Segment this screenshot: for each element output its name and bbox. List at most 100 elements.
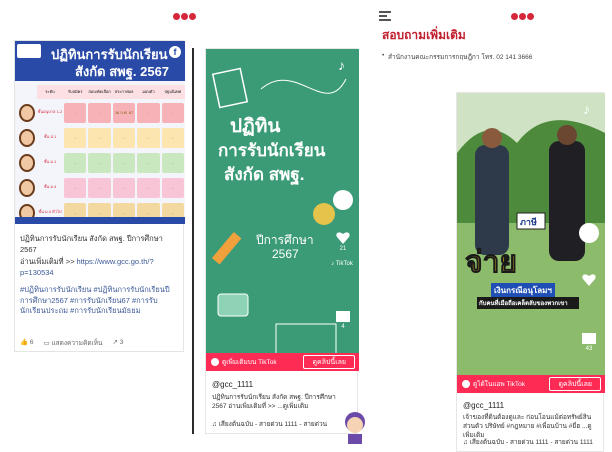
share-icon[interactable]: 43	[578, 333, 600, 352]
tiktok-dot-icon	[211, 358, 219, 366]
header-cell: รับสมัคร	[63, 85, 88, 99]
schedule-cell: -	[161, 103, 185, 123]
tiktok-caption: ปฏิทินการรับนักเรียน สังกัด สพฐ. ปีการศึ…	[212, 394, 336, 410]
contact-item: สำนักงานคณะกรรมการกฤษฎีกา โทร. 02 141 36…	[382, 52, 532, 62]
post-actions: 👍 6 ▭ แสดงความคิดเห็น ↗ 3	[20, 338, 123, 348]
video-1-year-value: 2567	[272, 247, 299, 261]
schedule-cell: -	[64, 103, 87, 123]
share-count: 3	[119, 339, 124, 346]
like-icon[interactable]	[578, 273, 600, 288]
hamburger-menu-icon[interactable]	[379, 11, 391, 21]
music-label: เสียงต้นฉบับ - สายด่วน 1111 - สายด่วน 11…	[469, 439, 593, 446]
share-button[interactable]: ↗ 3	[113, 338, 124, 348]
post-image-footer	[15, 217, 185, 224]
level-label: ชั้นอนุบาล 1-2	[37, 109, 63, 114]
schedule-cell: -	[64, 153, 87, 173]
schedule-cell: -	[137, 103, 160, 123]
gcc-badge	[17, 44, 41, 58]
header-cell: ระดับ	[37, 85, 63, 99]
tiktok-embed-card-1: ปฏิทิน การรับนักเรียน สังกัด สพฐ. ปีการศ…	[205, 48, 359, 434]
music-label: เสียงต้นฉบับ - สายด่วน 1111 - สายด่วน	[218, 421, 328, 428]
column-divider	[192, 48, 194, 434]
schedule-cell: -	[161, 128, 185, 148]
tiktok-dot-icon	[462, 380, 470, 388]
student-avatar-icon	[15, 176, 37, 200]
schedule-cell: -	[64, 178, 87, 198]
brand-label: TikTok	[335, 261, 353, 267]
schedule-row: ชั้น ม.1- - - - -	[15, 151, 185, 175]
tiktok-embed-card-2: ภาษี จ่าย เงินกรณีอนุโลมฯ กับคนที่เมือถื…	[456, 92, 605, 452]
student-avatar-icon	[15, 126, 37, 150]
tiktok-caption: เจ้าของที่ดินต้องดูและ ก่อนโอนแม้ต่อทรัพ…	[463, 414, 592, 439]
tiktok-username[interactable]: @gcc_1111	[212, 380, 253, 389]
facebook-icon: f	[169, 46, 181, 58]
header-cell: ปฐมนิเทศ	[160, 85, 185, 99]
tiktok-username[interactable]: @gcc_1111	[463, 401, 504, 410]
schedule-row: ชั้น ม.4- - - - -	[15, 176, 185, 200]
tiktok-watch-bar-1: ดูเพิ่มเติมบน TikTok ดูคลิปนี้เลย	[206, 353, 359, 371]
post-readmore: อ่านเพิ่มเติมที่ >> https://www.gcc.go.t…	[20, 257, 180, 278]
student-avatar-icon	[15, 101, 37, 125]
gcc-logo-right	[510, 10, 534, 23]
schedule-cell: -	[64, 128, 87, 148]
video-1-title-line2: การรับนักเรียน	[218, 141, 326, 160]
schedule-cell: -	[137, 178, 160, 198]
facebook-post-card: ปฏิทินการรับนักเรียน สังกัด สพฐ. 2567 f …	[14, 40, 185, 352]
creator-avatar[interactable]	[333, 190, 353, 210]
sign-text: ภาษี	[520, 217, 537, 227]
schedule-cell: -	[88, 128, 111, 148]
schedule-cell: -	[88, 103, 111, 123]
video-2-overlay-sub: เงินกรณีอนุโลมฯ	[491, 283, 555, 298]
schedule-cell: -	[88, 153, 111, 173]
like-count: 21	[339, 246, 347, 252]
like-count: 6	[29, 339, 34, 346]
schedule-cell: -	[88, 178, 111, 198]
schedule-cell: -	[112, 128, 136, 148]
share-icon[interactable]: 4	[332, 311, 354, 330]
level-label: ชั้น ม.1	[43, 159, 57, 164]
schedule-row: ชั้น ป.1- - - - -	[15, 126, 185, 150]
creator-avatar[interactable]	[579, 223, 599, 243]
share-count: 43	[585, 346, 593, 352]
header-cell: สอบ/คัดเลือก	[87, 85, 112, 99]
post-title: ปฏิทินการรับนักเรียน สังกัด สพฐ. ปีการศึ…	[20, 234, 163, 254]
post-hashtags[interactable]: #ปฏิทินการรับนักเรียน #ปฏิทินการรับนักเร…	[20, 285, 180, 317]
cartoon-mascot-icon	[345, 412, 365, 444]
video-2-overlay-sub2: กับคนที่เมือถือเคล็ดลับของพวกเขา	[477, 297, 579, 309]
tiktok-video-1[interactable]: ปฏิทิน การรับนักเรียน สังกัด สพฐ. ปีการศ…	[206, 49, 359, 371]
video-2-overlay-text: จ่าย	[464, 246, 518, 280]
header-cell: มอบตัว	[136, 85, 161, 99]
tiktok-watch-bar-2: ดูได้ในแอพ TikTok ดูคลิปนี้เลย	[457, 375, 605, 393]
schedule-cell: -	[137, 153, 160, 173]
tiktok-music[interactable]: ♫ เสียงต้นฉบับ - สายด่วน 1111 - สายด่วน …	[463, 437, 603, 447]
tiktok-logo-icon: ♪	[583, 101, 590, 117]
tiktok-video-2[interactable]: ภาษี จ่าย เงินกรณีอนุโลมฯ กับคนที่เมือถื…	[457, 93, 605, 389]
schedule-table-body: ชั้นอนุบาล 1-2- -16 ก.พ. 67- - ชั้น ป.1- - - -…	[15, 101, 185, 224]
student-avatar-icon	[15, 151, 37, 175]
schedule-cell: -	[137, 128, 160, 148]
tiktok-logo-icon: ♪	[338, 57, 345, 73]
post-image[interactable]: ปฏิทินการรับนักเรียน สังกัด สพฐ. 2567 f …	[15, 41, 185, 224]
header-cell: ประกาศผล	[111, 85, 137, 99]
section-title: สอบถามเพิ่มเติม	[382, 28, 466, 42]
banner-subtitle: สังกัด สพฐ. 2567	[75, 64, 170, 79]
comment-button[interactable]: ▭ แสดงความคิดเห็น	[44, 338, 103, 348]
schedule-cell: -	[112, 153, 136, 173]
like-button[interactable]: 👍 6	[20, 338, 34, 348]
comment-label: แสดงความคิดเห็น	[51, 340, 103, 347]
gcc-logo	[172, 10, 196, 23]
like-icon[interactable]: 21	[332, 231, 354, 252]
level-label: ชั้น ม.4	[43, 184, 57, 189]
share-count: 4	[341, 324, 345, 330]
readmore-label: อ่านเพิ่มเติมที่ >>	[20, 257, 77, 266]
level-label: ชั้น ป.1	[43, 134, 57, 139]
watch-clip-button[interactable]: ดูคลิปนี้เลย	[549, 377, 601, 391]
schedule-row: ชั้นอนุบาล 1-2- -16 ก.พ. 67- -	[15, 101, 185, 125]
watch-clip-button[interactable]: ดูคลิปนี้เลย	[303, 355, 355, 369]
schedule-cell: 16 ก.พ. 67	[112, 103, 136, 123]
video-1-title-line3: สังกัด สพฐ.	[224, 165, 305, 184]
schedule-cell: -	[112, 178, 136, 198]
schedule-cell: -	[161, 153, 185, 173]
tiktok-music[interactable]: ♫ เสียงต้นฉบับ - สายด่วน 1111 - สายด่วน	[212, 419, 327, 429]
tiktok-brand: ♪ TikTok	[331, 261, 353, 267]
